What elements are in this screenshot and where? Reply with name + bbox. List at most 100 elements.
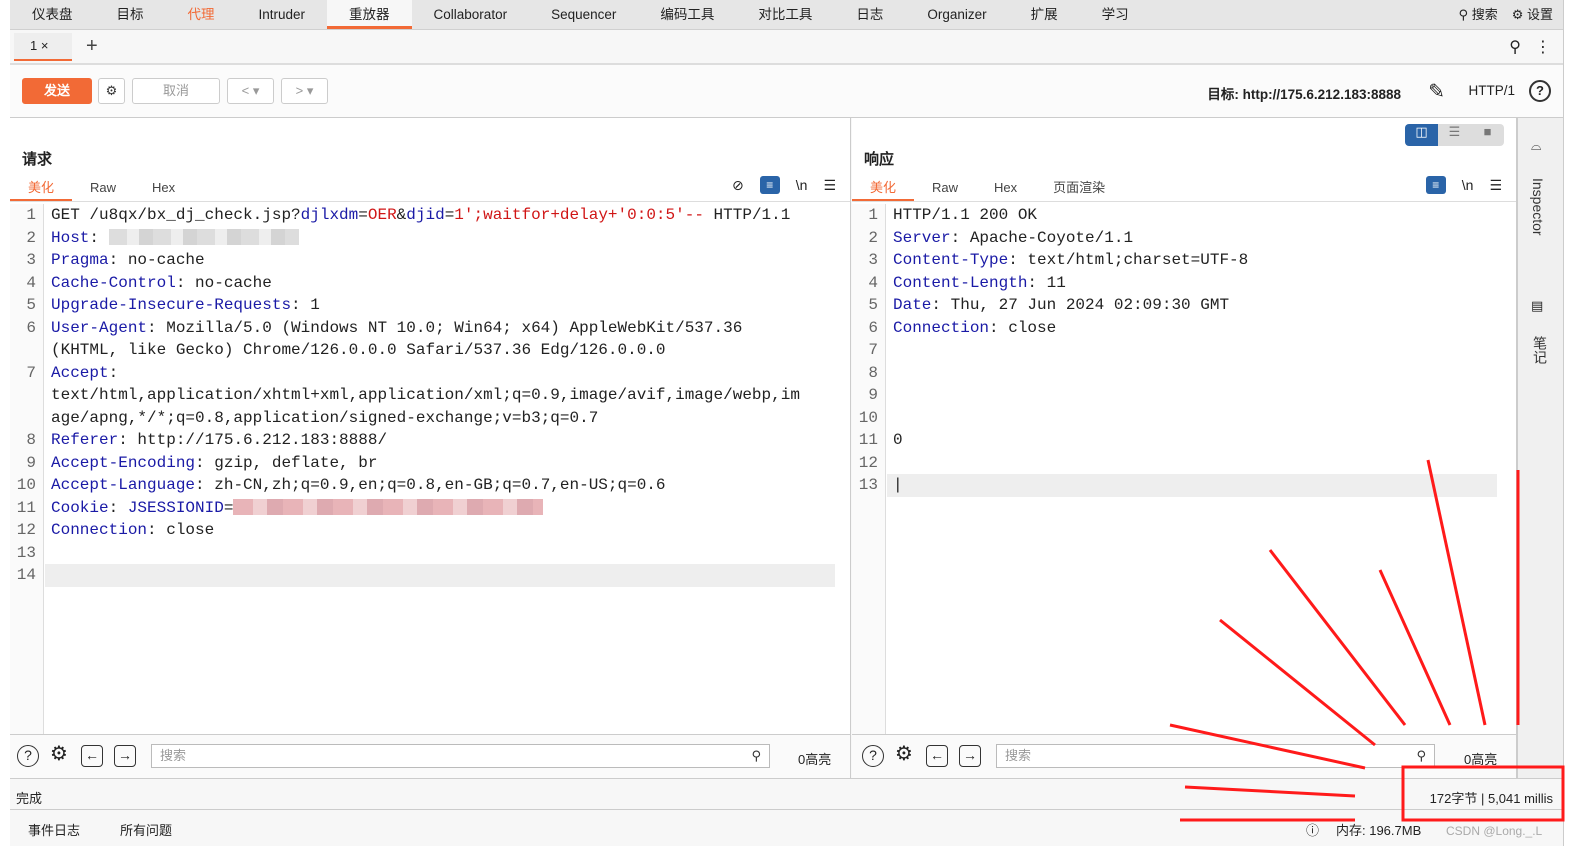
wrap-icon[interactable]: ≡ — [759, 176, 780, 194]
pencil-icon[interactable]: ✎ — [1428, 79, 1445, 104]
text: : Mozilla/5.0 (Windows NT 10.0; Win64; x… — [147, 318, 743, 337]
gear-icon[interactable]: ⚙ — [48, 744, 70, 767]
next-button[interactable]: > ▾ — [281, 78, 328, 104]
arrow-left-icon[interactable]: ← — [926, 745, 948, 767]
text: : no-cache — [108, 251, 205, 269]
memory-usage: 内存: 196.7MB — [1336, 823, 1422, 838]
nav-tab[interactable]: 日志 — [834, 0, 905, 29]
main-nav: 仪表盘 目标 代理 Intruder 重放器 Collaborator Sequencer 编… — [10, 0, 1563, 30]
code-line: Date: Thu, 27 Jun 2024 02:09:30 GMT — [893, 294, 1229, 317]
code-line: Cookie: JSESSIONID= — [51, 497, 544, 520]
arrow-left-icon[interactable]: ← — [81, 745, 103, 767]
help-icon[interactable]: ? — [17, 745, 39, 767]
header-name: Accept — [51, 363, 109, 382]
hide-icon[interactable]: ⊘ — [732, 177, 744, 194]
wrap-icon[interactable]: ≡ — [1425, 176, 1446, 194]
notes-tab[interactable]: 笔记 — [1530, 336, 1550, 364]
layout-stack-button[interactable]: ☰ — [1438, 124, 1471, 146]
code-line: Pragma: no-cache — [51, 249, 205, 272]
request-editor[interactable]: 1 GET /u8qx/bx_dj_check.jsp?djlxdm=OER&dj… — [10, 204, 850, 734]
response-stats: 172字节 | 5,041 millis — [1429, 791, 1553, 806]
line-number: 1 — [868, 206, 878, 224]
newline-toggle[interactable]: \n — [796, 177, 808, 193]
code-line: Cache-Control: no-cache — [51, 272, 272, 295]
nav-tab[interactable]: 代理 — [166, 0, 237, 29]
text: : zh-CN,zh;q=0.9,en;q=0.8,en-GB;q=0.7,en… — [195, 476, 666, 494]
nav-tab[interactable]: 编码工具 — [638, 0, 736, 29]
arrow-right-icon[interactable]: → — [959, 745, 981, 767]
text: : Thu, 27 Jun 2024 02:09:30 GMT — [931, 296, 1230, 314]
line-number: 6 — [868, 318, 878, 337]
layout-split-button[interactable]: ◫ — [1405, 124, 1438, 146]
editor-tab[interactable]: Hex — [976, 176, 1035, 201]
prev-button[interactable]: < ▾ — [227, 78, 274, 104]
header-name: User-Agent — [51, 318, 148, 337]
search-icon[interactable]: ⚲ — [1509, 37, 1521, 57]
help-icon[interactable]: ? — [862, 745, 884, 767]
nav-tab[interactable]: 学习 — [1080, 0, 1151, 29]
response-editor[interactable]: 1 HTTP/1.1 200 OK 2 Server: Apache-Coyote/1… — [852, 204, 1516, 734]
redacted-value — [233, 499, 544, 516]
editor-tab[interactable]: 美化 — [852, 176, 915, 201]
nav-tab[interactable]: 仪表盘 — [10, 0, 95, 29]
all-issues-tab[interactable]: 所有问题 — [120, 820, 172, 839]
request-search-input[interactable]: 搜索 ⚲ — [151, 744, 770, 768]
text: : http://175.6.212.183:8888/ — [118, 431, 388, 449]
editor-tab[interactable]: Hex — [134, 176, 193, 201]
code-line: Accept-Encoding: gzip, deflate, br — [51, 452, 377, 475]
send-button[interactable]: 发送 — [22, 78, 92, 104]
header-name: Connection — [51, 521, 148, 539]
menu-icon[interactable]: ☰ — [1489, 177, 1502, 194]
gear-icon[interactable]: ⚙ — [893, 744, 915, 767]
cancel-button[interactable]: 取消 — [132, 78, 220, 104]
inspector-icon[interactable]: ⌓ — [1531, 138, 1541, 154]
layout-single-button[interactable]: ■ — [1471, 124, 1504, 146]
response-title: 响应 — [864, 151, 895, 168]
text: : 11 — [1027, 273, 1066, 292]
line-number: 8 — [26, 431, 36, 449]
editor-tab[interactable]: Raw — [914, 176, 976, 201]
highlight-count: 0高亮 — [1464, 752, 1498, 767]
text: HTTP/1.1 — [703, 206, 791, 224]
nav-tab[interactable]: Collaborator — [412, 0, 530, 29]
code-line: (KHTML, like Gecko) Chrome/126.0.0.0 Saf… — [51, 339, 666, 362]
nav-tab[interactable]: 重放器 — [327, 0, 412, 29]
nav-tab[interactable]: Sequencer — [529, 0, 638, 29]
menu-icon[interactable]: ☰ — [823, 177, 836, 194]
inspector-tab[interactable]: Inspector — [1530, 178, 1546, 236]
text: = — [444, 206, 455, 224]
gear-icon[interactable]: ⚙ — [98, 78, 125, 104]
text: = — [223, 498, 234, 517]
global-search-button[interactable]: ⚲ 搜索 — [1459, 0, 1498, 29]
payload-value: OER — [367, 206, 397, 224]
arrow-right-icon[interactable]: → — [114, 745, 136, 767]
editor-tab[interactable]: Raw — [72, 176, 134, 201]
nav-tab[interactable]: Intruder — [237, 0, 328, 29]
repeater-tabs: 1 × + ⚲ ⋮ — [10, 30, 1563, 65]
editor-tab[interactable]: 美化 — [10, 176, 73, 201]
text: : gzip, deflate, br — [195, 453, 378, 472]
text: : — [89, 228, 109, 247]
line-number: 9 — [868, 386, 878, 404]
notes-icon[interactable]: ▤ — [1531, 298, 1543, 314]
search-placeholder: 搜索 — [160, 748, 187, 763]
target-label: 目标: http://175.6.212.183:8888 — [1207, 87, 1401, 102]
newline-toggle[interactable]: \n — [1462, 177, 1474, 193]
nav-tab[interactable]: 对比工具 — [736, 0, 834, 29]
editor-tab[interactable]: 页面渲染 — [1035, 176, 1123, 201]
protocol-label[interactable]: HTTP/1 — [1468, 83, 1515, 98]
add-tab-button[interactable]: + — [86, 35, 98, 58]
nav-tab[interactable]: Organizer — [905, 0, 1008, 29]
event-log-tab[interactable]: 事件日志 — [28, 820, 80, 839]
code-line: Content-Length: 11 — [893, 272, 1066, 295]
nav-tab[interactable]: 扩展 — [1009, 0, 1080, 29]
line-number: 5 — [26, 296, 36, 314]
tab-1[interactable]: 1 × — [14, 32, 72, 61]
more-icon[interactable]: ⋮ — [1535, 37, 1551, 57]
nav-tab[interactable]: 目标 — [95, 0, 166, 29]
settings-button[interactable]: ⚙ 设置 — [1512, 0, 1553, 29]
text: : close — [147, 521, 215, 539]
response-search-input[interactable]: 搜索 ⚲ — [996, 744, 1435, 768]
help-icon[interactable]: ? — [1529, 80, 1551, 102]
toolbar: 发送 ⚙ 取消 < ▾ > ▾ 目标: http://175.6.212.183… — [10, 65, 1563, 118]
